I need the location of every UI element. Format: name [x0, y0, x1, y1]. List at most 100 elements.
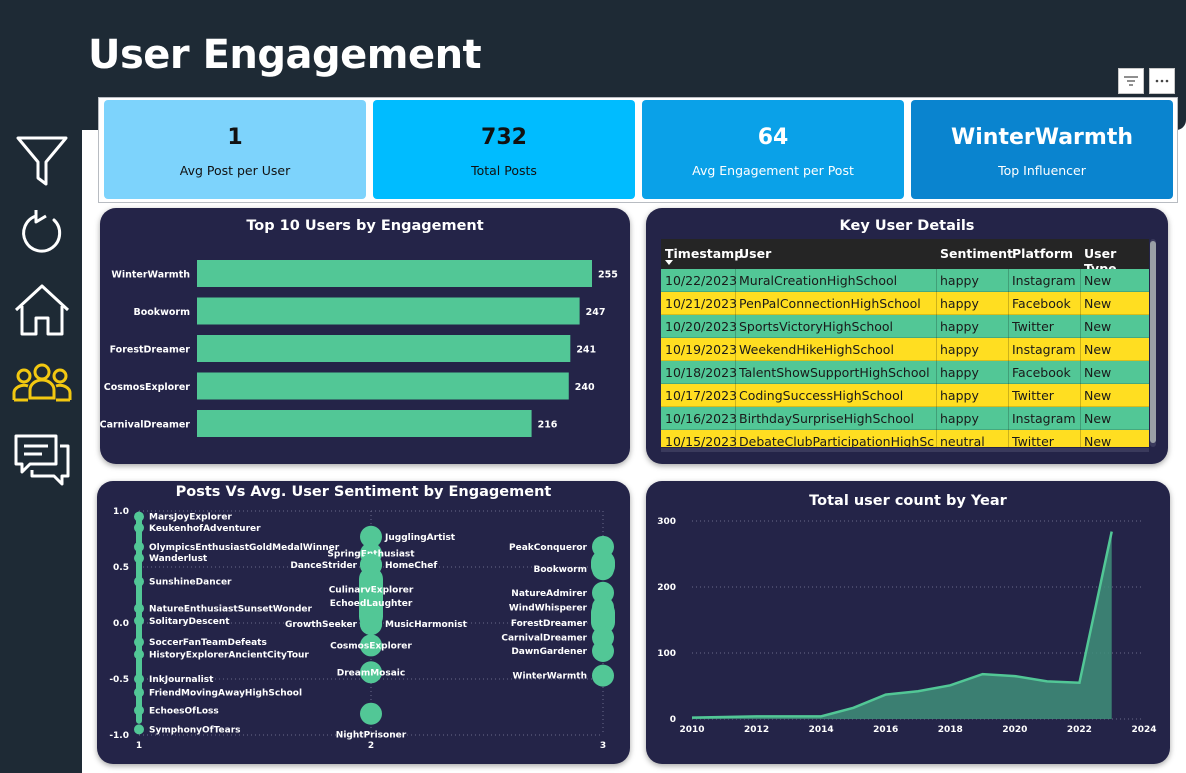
filter-icon	[16, 136, 68, 186]
scatter-point[interactable]	[134, 553, 144, 564]
y-tick-label: 300	[657, 517, 676, 527]
column-header-platform[interactable]: Platform	[1012, 246, 1073, 261]
table-cell: WeekendHikeHighSchool	[739, 342, 894, 357]
filter-lines-icon	[1124, 76, 1138, 86]
y-tick-label: 0.0	[113, 619, 129, 629]
table-row[interactable]: 10/22/2023 MuralCreationHighSchool happy In…	[661, 269, 1149, 292]
scatter-point[interactable]	[134, 705, 144, 716]
point-label: FriendMovingAwayHighSchool	[149, 688, 302, 698]
table-cell: 10/20/2023	[665, 319, 738, 334]
table-cell: New	[1084, 365, 1112, 380]
home-icon	[14, 284, 70, 336]
filter-pane-button[interactable]	[1118, 68, 1144, 94]
table-row[interactable]: 10/21/2023 PenPalConnectionHighSchool happ…	[661, 292, 1149, 315]
bar-value-label: 240	[575, 382, 595, 393]
column-divider	[1080, 430, 1081, 447]
kpi-label: Top Influencer	[998, 163, 1086, 178]
nav-chat[interactable]	[12, 430, 72, 490]
column-divider	[936, 407, 937, 430]
table-header: Timestamp User Sentiment Platform User T…	[661, 239, 1149, 276]
bar[interactable]	[197, 260, 592, 287]
scatter-point[interactable]	[360, 702, 382, 725]
scatter-panel[interactable]: Posts Vs Avg. User Sentiment by Engageme…	[97, 481, 630, 764]
column-divider	[1008, 407, 1009, 430]
table-cell: 10/22/2023	[665, 273, 738, 288]
user-details-table[interactable]: Timestamp User Sentiment Platform User T…	[661, 239, 1149, 447]
scatter-point[interactable]	[592, 640, 614, 662]
table-vertical-scrollbar[interactable]	[1150, 239, 1156, 447]
table-cell: happy	[940, 365, 979, 380]
bar-value-label: 216	[538, 420, 558, 431]
kpi-card-total-posts: 732 Total Posts	[373, 100, 635, 199]
point-label: SymphonyOfTears	[149, 725, 241, 735]
scatter-point[interactable]	[134, 724, 144, 735]
nav-reset[interactable]	[12, 204, 72, 264]
table-cell: Instagram	[1012, 411, 1076, 426]
column-divider	[1080, 361, 1081, 384]
scatter-point[interactable]	[134, 522, 144, 533]
table-row[interactable]: 10/19/2023 WeekendHikeHighSchool happy Inst…	[661, 338, 1149, 361]
more-options-button[interactable]	[1149, 68, 1175, 94]
table-panel[interactable]: Key User Details Timestamp User Sentimen…	[646, 208, 1168, 464]
scatter-point[interactable]	[360, 553, 382, 576]
x-tick-label: 2016	[873, 725, 898, 735]
column-header-user[interactable]: User	[739, 246, 771, 261]
column-divider	[936, 269, 937, 292]
table-cell: New	[1084, 388, 1112, 403]
scatter-point[interactable]	[134, 541, 144, 552]
bar[interactable]	[197, 335, 571, 362]
scroll-thumb[interactable]	[1150, 241, 1156, 443]
scatter-point[interactable]	[134, 674, 144, 684]
point-label: MusicHarmonist	[385, 620, 468, 630]
point-label: EchoedLaughter	[330, 599, 413, 609]
scatter-point[interactable]	[592, 664, 614, 687]
bar[interactable]	[197, 410, 532, 437]
nav-users[interactable]	[12, 354, 72, 414]
table-row[interactable]: 10/16/2023 BirthdaySurpriseHighSchool happ…	[661, 407, 1149, 430]
table-cell: DebateClubParticipationHighSch	[739, 434, 935, 447]
table-cell: New	[1084, 411, 1112, 426]
table-row[interactable]: 10/17/2023 CodingSuccessHighSchool happy Tw…	[661, 384, 1149, 407]
point-label: GrowthSeeker	[285, 620, 358, 630]
scatter-point[interactable]	[592, 558, 614, 581]
point-label: NatureAdmirer	[511, 589, 587, 599]
bar-category-label: WinterWarmth	[111, 270, 190, 281]
column-divider	[1008, 430, 1009, 447]
scatter-point[interactable]	[592, 535, 614, 558]
table-horizontal-scrollbar[interactable]	[661, 448, 1149, 452]
point-label: SolitaryDescent	[149, 617, 230, 627]
table-row[interactable]: 10/18/2023 TalentShowSupportHighSchool hap…	[661, 361, 1149, 384]
y-tick-label: 1.0	[113, 507, 129, 517]
area-panel[interactable]: Total user count by Year 0 100 200 300 2010 2…	[646, 481, 1170, 764]
column-header-timestamp[interactable]: Timestamp	[665, 246, 743, 261]
chat-icon	[14, 434, 70, 486]
scatter-point[interactable]	[134, 637, 144, 648]
point-label: CarnivalDreamer	[501, 634, 587, 644]
scatter-point[interactable]	[134, 603, 144, 614]
column-divider	[1008, 384, 1009, 407]
column-divider	[1080, 338, 1081, 361]
bar[interactable]	[197, 372, 569, 400]
scatter-point[interactable]	[134, 649, 144, 660]
scatter-point[interactable]	[134, 511, 144, 522]
table-cell: 10/17/2023	[665, 388, 738, 403]
nav-filter[interactable]	[12, 130, 72, 190]
point-label: EchoesOfLoss	[149, 706, 219, 716]
table-row[interactable]: 10/20/2023 SportsVictoryHighSchool happy Tw…	[661, 315, 1149, 338]
kpi-value: 732	[481, 125, 527, 150]
table-cell: Twitter	[1012, 434, 1054, 447]
scatter-point[interactable]	[360, 613, 382, 636]
column-divider	[1008, 269, 1009, 292]
scatter-point[interactable]	[134, 615, 144, 626]
table-cell: happy	[940, 342, 979, 357]
scatter-point[interactable]	[134, 687, 144, 698]
column-header-sentiment[interactable]: Sentiment	[940, 246, 1013, 261]
nav-home[interactable]	[12, 280, 72, 340]
point-label: ForestDreamer	[511, 619, 588, 629]
bar-chart-panel[interactable]: Top 10 Users by Engagement WinterWarmth 2…	[100, 208, 630, 464]
bar[interactable]	[197, 297, 580, 325]
kpi-card-top-influencer: WinterWarmth Top Influencer	[911, 100, 1173, 199]
scatter-point[interactable]	[134, 576, 144, 587]
column-divider	[1080, 292, 1081, 315]
table-row[interactable]: 10/15/2023 DebateClubParticipationHighSch…	[661, 430, 1149, 447]
